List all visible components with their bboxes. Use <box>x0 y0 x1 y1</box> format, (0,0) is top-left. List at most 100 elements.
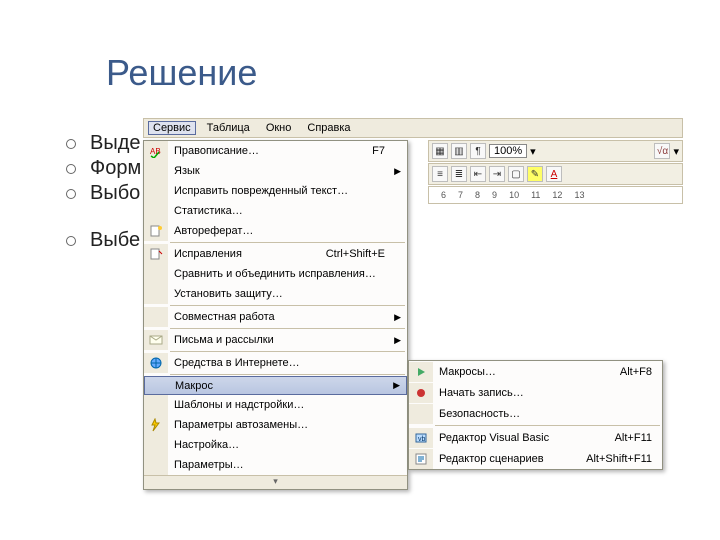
submenu-arrow-icon: ▶ <box>394 166 401 177</box>
submenu-arrow-icon: ▶ <box>394 312 401 323</box>
bullet-icon <box>66 139 76 149</box>
menu-item[interactable]: Установить защиту… <box>144 284 407 304</box>
menu-item[interactable]: AB Правописание…F7 <box>144 141 407 161</box>
blank-icon <box>144 264 168 284</box>
menu-shortcut: Alt+F8 <box>620 366 662 378</box>
menu-item[interactable]: Язык▶ <box>144 161 407 181</box>
page-sparkle-icon <box>144 221 168 241</box>
ruler-mark: 12 <box>552 190 562 200</box>
bullet-text: Выде <box>90 132 141 155</box>
ruler-mark: 6 <box>441 190 446 200</box>
menu-item-label: Параметры автозамены… <box>168 419 407 431</box>
columns-icon[interactable]: ▥ <box>451 143 467 159</box>
menu-separator <box>170 328 405 329</box>
blank-icon <box>409 404 433 424</box>
formatting-toolbar: ≡ ≣ ⇤ ⇥ ▢ ✎ A <box>428 163 683 185</box>
menu-item[interactable]: Настройка… <box>144 435 407 455</box>
menu-item[interactable]: Параметры автозамены… <box>144 415 407 435</box>
blank-icon <box>145 376 169 396</box>
menu-item-label: Макросы… <box>433 366 620 378</box>
menu-item[interactable]: Автореферат… <box>144 221 407 241</box>
dropdown-arrow-icon[interactable]: ▾ <box>530 145 536 158</box>
menu-item-label: Шаблоны и надстройки… <box>168 399 407 411</box>
menu-item[interactable]: ИсправленияCtrl+Shift+E <box>144 244 407 264</box>
word-window-overlay: Сервис Таблица Окно Справка ▦ ▥ ¶ 100% ▾… <box>143 118 683 138</box>
menu-item-label: Средства в Интернете… <box>168 357 407 369</box>
blank-icon <box>144 395 168 415</box>
svg-text:AB: AB <box>150 147 161 156</box>
bullet-icon <box>66 164 76 174</box>
menu-window[interactable]: Окно <box>261 121 297 135</box>
menu-shortcut: F7 <box>372 145 407 157</box>
menu-item[interactable]: Макрос▶ <box>144 376 407 395</box>
menu-service[interactable]: Сервис <box>148 121 196 135</box>
menu-item[interactable]: Совместная работа▶ <box>144 307 407 327</box>
highlight-icon[interactable]: ✎ <box>527 166 543 182</box>
bullet-icon <box>66 189 76 199</box>
menu-shortcut: Ctrl+Shift+E <box>326 248 407 260</box>
macro-submenu: Макросы…Alt+F8 Начать запись… Безопасность… <box>408 360 663 470</box>
menu-item-label: Язык <box>168 165 407 177</box>
menu-help[interactable]: Справка <box>302 121 355 135</box>
numbered-list-icon[interactable]: ≡ <box>432 166 448 182</box>
menu-item[interactable]: Статистика… <box>144 201 407 221</box>
menu-item-label: Письма и рассылки <box>168 334 407 346</box>
table-icon[interactable]: ▦ <box>432 143 448 159</box>
menu-item-label: Правописание… <box>168 145 372 157</box>
svg-text:vb: vb <box>418 436 426 443</box>
bullet-text: Выбо <box>90 182 140 205</box>
menu-item[interactable]: Безопасность… <box>409 403 662 424</box>
check-abc-icon: AB <box>144 141 168 161</box>
menu-separator <box>435 425 660 426</box>
zoom-level[interactable]: 100% <box>489 144 527 158</box>
slide-title: Решение <box>106 52 257 94</box>
decrease-indent-icon[interactable]: ⇤ <box>470 166 486 182</box>
lightning-icon <box>144 415 168 435</box>
dropdown-arrow-icon[interactable]: ▾ <box>673 145 679 158</box>
bulleted-list-icon[interactable]: ≣ <box>451 166 467 182</box>
envelope-icon <box>144 330 168 350</box>
menu-item[interactable]: Средства в Интернете… <box>144 353 407 373</box>
menu-item[interactable]: Редактор сценариевAlt+Shift+F11 <box>409 448 662 469</box>
menu-item[interactable]: vbРедактор Visual BasicAlt+F11 <box>409 427 662 448</box>
menu-item[interactable]: Сравнить и объединить исправления… <box>144 264 407 284</box>
paragraph-icon[interactable]: ¶ <box>470 143 486 159</box>
menu-item-label: Совместная работа <box>168 311 407 323</box>
vb-icon: vb <box>409 428 433 448</box>
menu-item-label: Макрос <box>169 380 406 392</box>
play-icon <box>409 362 433 382</box>
ruler-mark: 11 <box>531 190 540 200</box>
menu-item-label: Редактор сценариев <box>433 453 586 465</box>
menu-item-label: Начать запись… <box>433 387 662 399</box>
menu-bar: Сервис Таблица Окно Справка <box>143 118 683 138</box>
ruler-mark: 9 <box>492 190 497 200</box>
border-icon[interactable]: ▢ <box>508 166 524 182</box>
blank-icon <box>144 284 168 304</box>
expand-chevrons-icon[interactable]: ▾ <box>144 475 407 489</box>
menu-item[interactable]: Макросы…Alt+F8 <box>409 361 662 382</box>
menu-item[interactable]: Начать запись… <box>409 382 662 403</box>
menu-item-label: Сравнить и объединить исправления… <box>168 268 407 280</box>
record-icon <box>409 383 433 403</box>
font-color-icon[interactable]: A <box>546 166 562 182</box>
menu-item-label: Автореферат… <box>168 225 407 237</box>
menu-item[interactable]: Параметры… <box>144 455 407 475</box>
formula-icon[interactable]: √α <box>654 143 670 159</box>
menu-table[interactable]: Таблица <box>202 121 255 135</box>
blank-icon <box>144 181 168 201</box>
menu-item[interactable]: Шаблоны и надстройки… <box>144 395 407 415</box>
globe-icon <box>144 353 168 373</box>
increase-indent-icon[interactable]: ⇥ <box>489 166 505 182</box>
menu-item-label: Установить защиту… <box>168 288 407 300</box>
bullet-text: Форм <box>90 157 141 180</box>
blank-icon <box>144 307 168 327</box>
menu-item[interactable]: Исправить поврежденный текст… <box>144 181 407 201</box>
ruler-mark: 7 <box>458 190 463 200</box>
script-icon <box>409 449 433 469</box>
bullet-list: Выде Форм Выбо Выбе <box>66 132 141 254</box>
ruler-mark: 8 <box>475 190 480 200</box>
menu-item[interactable]: Письма и рассылки▶ <box>144 330 407 350</box>
blank-icon <box>144 455 168 475</box>
redline-icon <box>144 244 168 264</box>
menu-item-label: Безопасность… <box>433 408 662 420</box>
